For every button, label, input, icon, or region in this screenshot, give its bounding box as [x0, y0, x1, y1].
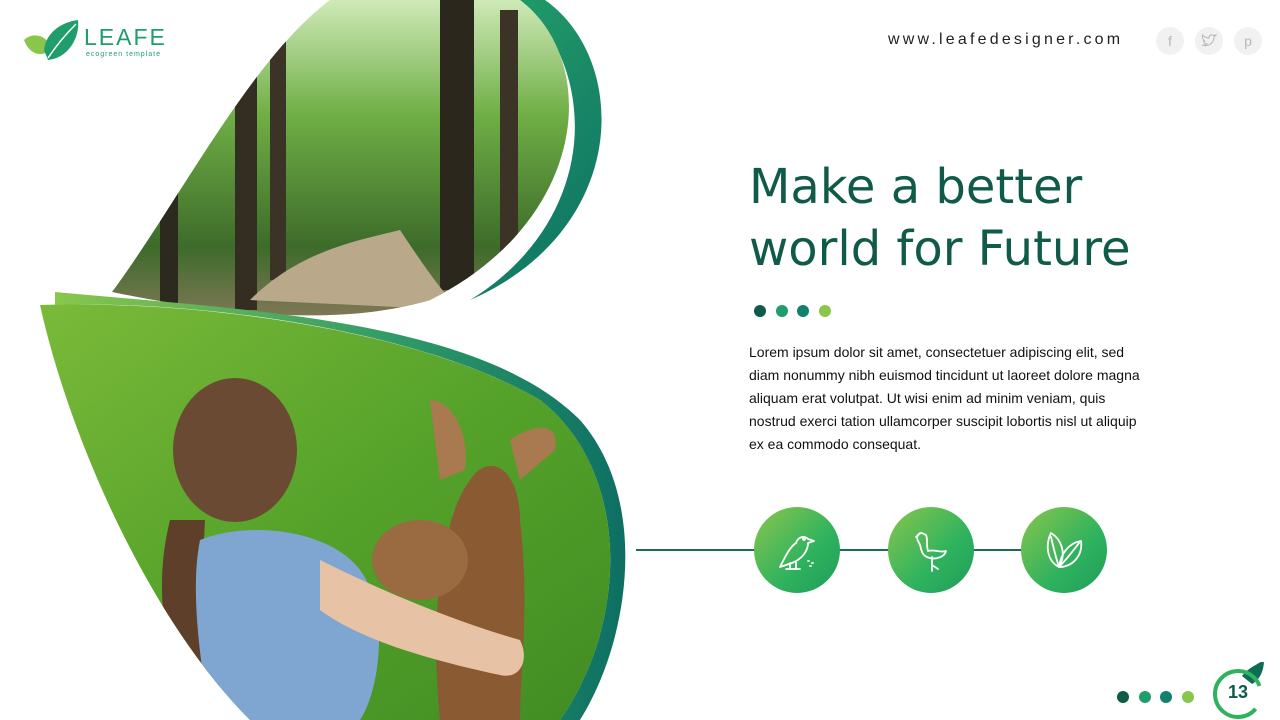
girl-with-deer-photo — [40, 304, 611, 720]
leaves-icon — [1046, 532, 1083, 568]
leaf-logo-icon — [24, 20, 79, 60]
decorative-dots — [754, 305, 834, 317]
dot — [1160, 691, 1172, 703]
headline-line-2: world for Future — [749, 221, 1131, 277]
flamingo-feature[interactable] — [888, 507, 974, 593]
brand-tagline: ecogreen template — [86, 51, 161, 58]
dot — [1139, 691, 1151, 703]
facebook-button[interactable]: f — [1156, 27, 1184, 55]
body-paragraph: Lorem ipsum dolor sit amet, consectetuer… — [749, 344, 1140, 452]
twitter-button[interactable] — [1195, 27, 1223, 55]
footer-dots — [1117, 691, 1197, 703]
dot — [1117, 691, 1129, 703]
pinterest-button[interactable]: p — [1234, 27, 1262, 55]
dot — [754, 305, 766, 317]
brand-name: LEAFE — [84, 24, 167, 50]
page-number: 13 — [1227, 682, 1249, 702]
brand-logo[interactable]: LEAFE ecogreen template — [22, 18, 172, 66]
pinterest-icon: p — [1244, 33, 1252, 49]
flamingo-icon — [915, 532, 947, 572]
twitter-icon — [1201, 34, 1217, 47]
page-number-badge: 13 — [1210, 662, 1266, 720]
bird-icon — [779, 536, 815, 570]
website-link[interactable]: www.leafedesigner.com — [888, 31, 1123, 49]
bird-feature[interactable] — [754, 507, 840, 593]
forest-path-photo — [112, 0, 569, 316]
facebook-icon: f — [1168, 33, 1172, 49]
headline-line-1: Make a better — [749, 159, 1083, 215]
leaves-feature[interactable] — [1021, 507, 1107, 593]
dot — [819, 305, 831, 317]
dot — [797, 305, 809, 317]
dot — [1182, 691, 1194, 703]
dot — [776, 305, 788, 317]
headline: Make a better world for Future — [749, 156, 1249, 280]
